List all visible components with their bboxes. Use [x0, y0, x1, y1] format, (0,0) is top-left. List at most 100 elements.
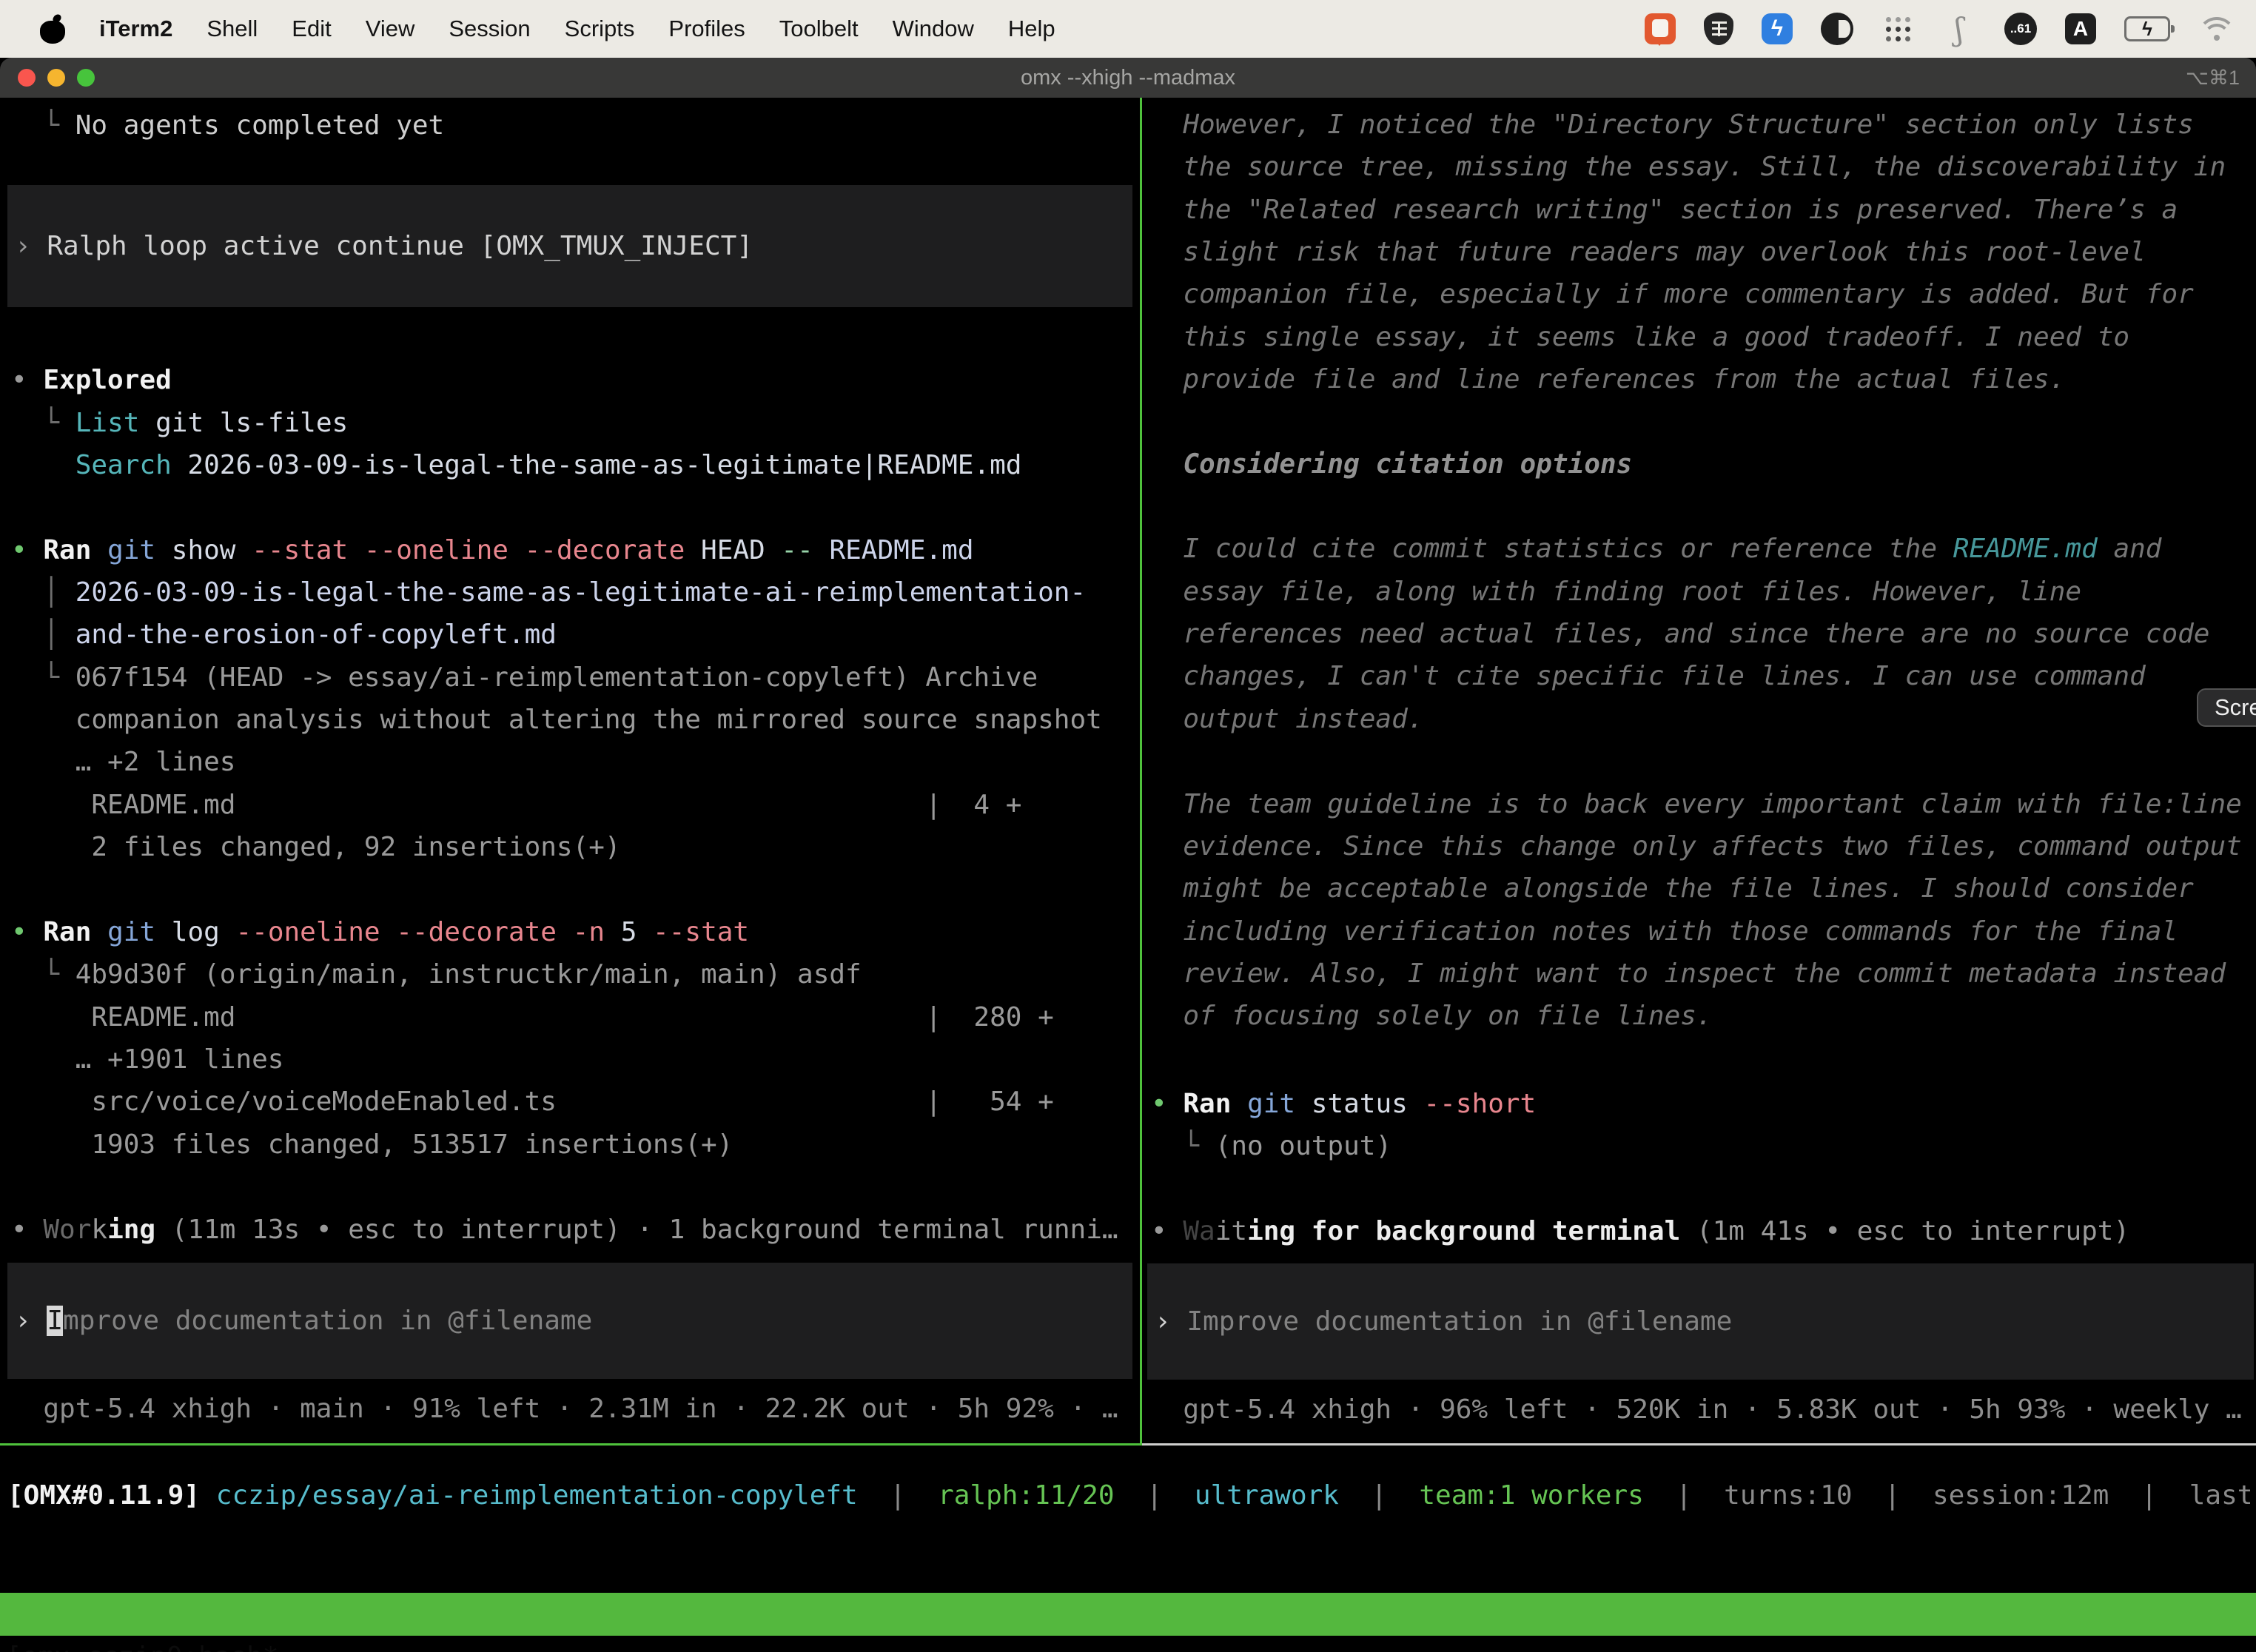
terminal-line: including verification notes with those … [1151, 910, 2250, 953]
terminal-line: The team guideline is to back every impo… [1151, 783, 2250, 825]
blank-line [1151, 1167, 2250, 1209]
menu-profiles[interactable]: Profiles [668, 16, 745, 42]
terminal-pane-right[interactable]: However, I noticed the "Directory Struct… [1142, 98, 2256, 1443]
terminal-line: evidence. Since this change only affects… [1151, 825, 2250, 867]
blank-line [11, 486, 1129, 528]
blank-line [1151, 1038, 2250, 1083]
prompt-input-line: › Improve documentation in @filename [15, 1300, 592, 1342]
menu-status-icons: ϟ ʃ ..61 Aϟ [1645, 0, 2235, 58]
terminal-line: changes, I can't cite specific file line… [1151, 655, 2250, 697]
terminal-line: Search 2026-03-09-is-legal-the-same-as-l… [11, 444, 1129, 486]
chat-badge-icon[interactable] [1645, 13, 1676, 44]
terminal-line: output instead. [1151, 698, 2250, 740]
blank-line [11, 147, 1129, 185]
terminal-line: • Ran git status --short [1151, 1083, 2250, 1125]
terminal-line: companion file, especially if more comme… [1151, 273, 2250, 315]
right-pane-bottom-border [1142, 1443, 2256, 1446]
terminal-line: I could cite commit statistics or refere… [1151, 528, 2250, 570]
terminal-line: └ No agents completed yet [11, 104, 1129, 147]
terminal-line: … +1901 lines [11, 1038, 1129, 1081]
apple-menu-icon[interactable] [40, 14, 65, 44]
prompt-input-line: › Improve documentation in @filename [1155, 1300, 1732, 1343]
screen-tooltip: Scre [2197, 688, 2256, 727]
pane-divider[interactable] [1140, 98, 1142, 1446]
prompt-input-box[interactable]: › Improve documentation in @filename [1147, 1263, 2254, 1380]
blank-line [11, 1251, 1129, 1263]
dots-grid-icon[interactable] [1881, 13, 1914, 45]
blank-line [1151, 1252, 2250, 1263]
shield-grid-icon[interactable] [1704, 13, 1733, 45]
wifi-icon[interactable] [2198, 14, 2235, 44]
terminal-line: the "Related research writing" section i… [1151, 189, 2250, 231]
prompt-input-box[interactable]: › Ralph loop active continue [OMX_TMUX_I… [7, 185, 1132, 307]
battery-icon-glyph: ϟ [2142, 18, 2152, 41]
wifi-dot [2214, 35, 2220, 41]
omx-status-bar: [OMX#0.11.9] cczip/essay/ai-reimplementa… [7, 1474, 2250, 1517]
tmux-status-bar: [omx-cczip0:bash* "MacBook-Pro-44.local"… [0, 1593, 2256, 1636]
letter-a-icon-glyph: A [2073, 17, 2088, 41]
macos-menu-bar: iTerm2 Shell Edit View Session Scripts Profile… [0, 0, 2256, 58]
squiggle-icon[interactable]: ʃ [1942, 12, 1976, 46]
terminal-line: 1903 files changed, 513517 insertions(+) [11, 1124, 1129, 1166]
menu-iterm2[interactable]: iTerm2 [99, 16, 172, 42]
blank-line [1151, 740, 2250, 782]
prompt-input-box[interactable]: › Improve documentation in @filename [7, 1263, 1132, 1379]
terminal-line: └ List git ls-files [11, 402, 1129, 444]
blank-line [1151, 400, 2250, 443]
blank-line [11, 1166, 1129, 1209]
terminal-line: essay file, along with finding root file… [1151, 571, 2250, 613]
terminal-line: might be acceptable alongside the file l… [1151, 867, 2250, 910]
letter-a-icon[interactable]: A [2065, 13, 2096, 44]
menu-view[interactable]: View [366, 16, 415, 42]
window-title-bar[interactable]: omx --xhigh --madmax ⌥⌘1 [0, 58, 2256, 98]
terminal-line: │ and-the-erosion-of-copyleft.md [11, 614, 1129, 656]
left-pane-bottom-border [0, 1443, 1140, 1446]
menu-window[interactable]: Window [893, 16, 974, 42]
terminal-line: • Waiting for background terminal (1m 41… [1151, 1210, 2250, 1252]
squiggle-icon-glyph: ʃ [1955, 11, 1963, 47]
battery-icon[interactable]: ϟ [2124, 16, 2170, 41]
prompt-input-line: › Ralph loop active continue [OMX_TMUX_I… [15, 225, 753, 267]
blank-line [11, 868, 1129, 910]
terminal-line: • Working (11m 13s • esc to interrupt) ·… [11, 1209, 1129, 1251]
terminal-line: │ 2026-03-09-is-legal-the-same-as-legiti… [11, 571, 1129, 614]
window-shortcut-badge: ⌥⌘1 [2186, 67, 2240, 90]
terminal-line: the source tree, missing the essay. Stil… [1151, 146, 2250, 188]
menu-edit[interactable]: Edit [292, 16, 331, 42]
terminal-pane-left[interactable]: └ No agents completed yet › Ralph loop ac… [0, 98, 1140, 1443]
terminal-line: gpt-5.4 xhigh · main · 91% left · 2.31M … [11, 1388, 1129, 1430]
menu-scripts[interactable]: Scripts [565, 16, 635, 42]
terminal-line: • Ran git log --oneline --decorate -n 5 … [11, 911, 1129, 953]
tmux-session-label[interactable]: [omx-cczip0:bash* [6, 1636, 278, 1652]
screen: iTerm2 Shell Edit View Session Scripts Profile… [0, 0, 2256, 1652]
terminal-line: provide file and line references from th… [1151, 358, 2250, 400]
terminal-line: However, I noticed the "Directory Struct… [1151, 104, 2250, 146]
menu-items: iTerm2 Shell Edit View Session Scripts Profile… [99, 16, 1055, 42]
terminal-line: README.md | 4 + [11, 784, 1129, 826]
terminal-line: └ 4b9d30f (origin/main, instructkr/main,… [11, 953, 1129, 995]
window-title: omx --xhigh --madmax [0, 66, 2256, 90]
terminal-line: … +2 lines [11, 741, 1129, 783]
terminal-line: references need actual files, and since … [1151, 613, 2250, 655]
terminal-line: README.md | 280 + [11, 996, 1129, 1038]
menu-session[interactable]: Session [449, 16, 530, 42]
screen-tooltip-label: Scre [2215, 694, 2256, 721]
menu-shell[interactable]: Shell [207, 16, 258, 42]
hexagon-bolt-icon[interactable]: ϟ [1762, 13, 1793, 44]
terminal-line: └ (no output) [1151, 1125, 2250, 1167]
terminal-line: review. Also, I might want to inspect th… [1151, 953, 2250, 995]
menu-toolbelt[interactable]: Toolbelt [779, 16, 859, 42]
terminal-line: of focusing solely on file lines. [1151, 995, 2250, 1037]
terminal-line: └ 067f154 (HEAD -> essay/ai-reimplementa… [11, 657, 1129, 699]
terminal-line: this single essay, it seems like a good … [1151, 316, 2250, 358]
pie-chart-icon[interactable] [1821, 13, 1853, 45]
terminal-line: companion analysis without altering the … [11, 699, 1129, 741]
terminal-line: src/voice/voiceModeEnabled.ts | 54 + [11, 1081, 1129, 1123]
terminal-line: slight risk that future readers may over… [1151, 231, 2250, 273]
countdown-61-icon[interactable]: ..61 [2004, 13, 2037, 45]
blank-line [11, 307, 1129, 359]
menu-help[interactable]: Help [1008, 16, 1055, 42]
blank-line [1151, 486, 2250, 528]
countdown-61-icon-glyph: ..61 [2010, 21, 2031, 36]
terminal-line: • Explored [11, 359, 1129, 401]
